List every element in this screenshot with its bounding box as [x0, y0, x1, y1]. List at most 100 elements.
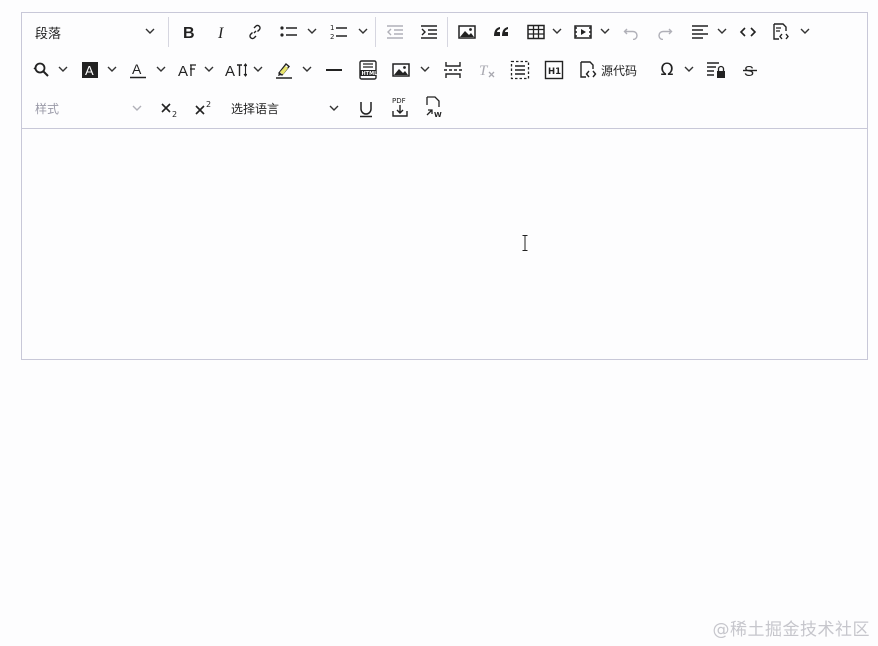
- remove-format-button[interactable]: T: [476, 57, 498, 83]
- export-word-icon: W: [426, 96, 442, 118]
- highlight-button[interactable]: [273, 57, 295, 83]
- chevron-down-icon[interactable]: [358, 26, 368, 36]
- chevron-down-icon[interactable]: [552, 26, 562, 36]
- export-pdf-button[interactable]: PDF: [389, 94, 411, 120]
- chevron-down-icon[interactable]: [132, 103, 142, 113]
- special-characters-icon: Ω: [660, 60, 674, 80]
- editor-content-area[interactable]: [22, 129, 867, 359]
- link-icon: [249, 24, 261, 40]
- horizontal-line-button[interactable]: [323, 57, 345, 83]
- source-code-button[interactable]: 源代码: [578, 57, 642, 83]
- html-embed-icon: HTML: [359, 60, 379, 80]
- export-word-button[interactable]: W: [423, 94, 445, 120]
- table-button[interactable]: [525, 19, 547, 45]
- chevron-down-icon[interactable]: [329, 103, 339, 113]
- svg-text:PDF: PDF: [392, 97, 406, 105]
- page-break-icon: [444, 62, 462, 78]
- font-size-icon: A: [225, 63, 247, 79]
- alignment-button[interactable]: [689, 19, 711, 45]
- underline-icon: [360, 102, 372, 118]
- superscript-button[interactable]: 2: [193, 96, 215, 122]
- horizontal-line-icon: [326, 69, 342, 71]
- svg-text:A: A: [132, 61, 142, 77]
- restricted-editing-icon: [707, 62, 725, 78]
- svg-text:2: 2: [172, 110, 177, 118]
- text-cursor-icon: [522, 235, 528, 251]
- watermark: @稀土掘金技术社区: [712, 620, 870, 640]
- chevron-down-icon[interactable]: [302, 64, 312, 74]
- redo-button[interactable]: [654, 19, 676, 45]
- code-block-button[interactable]: [770, 19, 792, 45]
- highlight-icon: [276, 62, 292, 79]
- chevron-down-icon[interactable]: [307, 26, 317, 36]
- image-button[interactable]: [456, 19, 478, 45]
- svg-text:1: 1: [330, 24, 334, 32]
- underline-button[interactable]: [355, 96, 377, 122]
- outdent-button[interactable]: [384, 19, 406, 45]
- export-pdf-icon: PDF: [392, 97, 408, 117]
- heading1-icon: H1: [544, 60, 564, 80]
- link-button[interactable]: [244, 19, 266, 45]
- undo-button[interactable]: [620, 19, 642, 45]
- indent-button[interactable]: [418, 19, 440, 45]
- svg-text:A: A: [85, 63, 94, 78]
- svg-text:I: I: [217, 25, 224, 40]
- chevron-down-icon[interactable]: [420, 64, 430, 74]
- bulleted-list-button[interactable]: [278, 19, 300, 45]
- html-embed-button[interactable]: HTML: [357, 57, 379, 83]
- toolbar-separator: [375, 17, 376, 47]
- chevron-down-icon[interactable]: [58, 64, 68, 74]
- code-button[interactable]: [737, 19, 759, 45]
- strikethrough-button[interactable]: S: [739, 57, 761, 83]
- select-all-button[interactable]: [509, 57, 531, 83]
- svg-text:HTML: HTML: [362, 71, 379, 77]
- font-background-color-button[interactable]: A: [79, 57, 101, 83]
- svg-text:2: 2: [330, 33, 334, 41]
- italic-icon: I: [217, 25, 224, 40]
- code-block-icon: [773, 23, 789, 40]
- language-select[interactable]: 选择语言: [231, 100, 279, 117]
- image-icon: [458, 25, 476, 39]
- font-color-button[interactable]: A: [127, 57, 149, 83]
- heading-select[interactable]: 段落: [35, 23, 61, 42]
- chevron-down-icon[interactable]: [800, 26, 810, 36]
- rich-text-editor: 段落 B I 12 A A A A HTML T H1 源代码 Ω S 样式 2…: [21, 12, 868, 360]
- find-replace-button[interactable]: [30, 57, 52, 83]
- outdent-icon: [387, 25, 403, 39]
- bold-button[interactable]: B: [177, 19, 199, 45]
- font-family-icon: A: [178, 63, 196, 79]
- restricted-editing-button[interactable]: [705, 57, 727, 83]
- source-code-label: 源代码: [601, 63, 638, 78]
- bulleted-list-icon: [280, 26, 297, 37]
- toolbar-separator: [447, 17, 448, 47]
- svg-text:H1: H1: [548, 67, 561, 77]
- font-background-color-icon: A: [82, 62, 98, 78]
- media-button[interactable]: [572, 19, 594, 45]
- chevron-down-icon[interactable]: [684, 64, 694, 74]
- toolbar-separator: [168, 17, 169, 47]
- numbered-list-button[interactable]: 12: [328, 19, 350, 45]
- chevron-down-icon[interactable]: [145, 26, 155, 36]
- chevron-down-icon[interactable]: [156, 64, 166, 74]
- heading1-button[interactable]: H1: [543, 57, 565, 83]
- special-characters-button[interactable]: Ω: [656, 57, 678, 83]
- font-family-button[interactable]: A: [175, 57, 199, 83]
- select-all-icon: [510, 60, 530, 80]
- editor-toolbar: 段落 B I 12 A A A A HTML T H1 源代码 Ω S 样式 2…: [22, 13, 867, 129]
- insert-image-button[interactable]: [390, 57, 412, 83]
- blockquote-button[interactable]: [490, 19, 512, 45]
- strikethrough-icon: S: [743, 63, 757, 79]
- style-select[interactable]: 样式: [35, 100, 59, 117]
- chevron-down-icon[interactable]: [717, 26, 727, 36]
- font-size-button[interactable]: A: [223, 57, 249, 83]
- toolbar-row-1: 段落 B I 12: [22, 13, 867, 51]
- chevron-down-icon[interactable]: [204, 64, 214, 74]
- code-icon: [739, 27, 757, 37]
- blockquote-icon: [494, 27, 508, 36]
- italic-button[interactable]: I: [211, 19, 233, 45]
- chevron-down-icon[interactable]: [107, 64, 117, 74]
- subscript-button[interactable]: 2: [159, 96, 181, 122]
- chevron-down-icon[interactable]: [600, 26, 610, 36]
- chevron-down-icon[interactable]: [253, 64, 263, 74]
- page-break-button[interactable]: [442, 57, 464, 83]
